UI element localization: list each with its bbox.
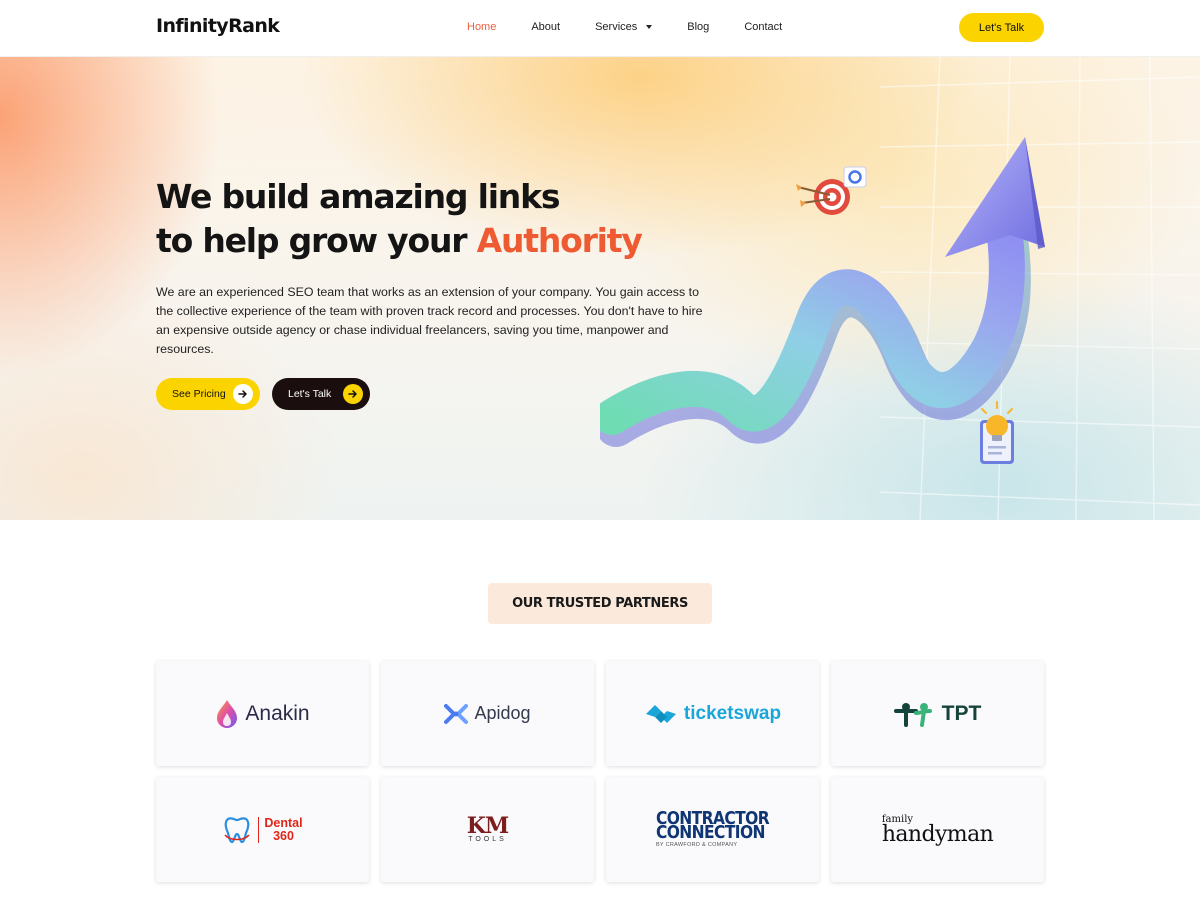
nav-home[interactable]: Home	[467, 21, 496, 33]
ticketswap-icon	[645, 704, 676, 723]
tpt-name: TPT	[941, 701, 982, 725]
contractor-connection-logo: CONTRACTOR CONNECTION BY CRAWFORD & COMP…	[655, 809, 770, 848]
hero-section: We build amazing links to help grow your…	[0, 57, 1200, 520]
see-pricing-label: See Pricing	[172, 388, 226, 400]
partner-card-dental360[interactable]: Dental 360	[156, 777, 369, 882]
partner-card-anakin[interactable]: Anakin	[156, 661, 369, 766]
site-header: InfinityRank Home About Services Blog Co…	[0, 0, 1200, 57]
nav-about-label: About	[531, 21, 561, 33]
see-pricing-button[interactable]: See Pricing	[156, 378, 260, 410]
chevron-down-icon	[646, 25, 653, 29]
hero-title-line2-prefix: to help grow your	[156, 221, 477, 260]
nav-contact[interactable]: Contact	[744, 21, 782, 33]
partner-card-tpt[interactable]: TPT	[831, 661, 1044, 766]
hero-lets-talk-button[interactable]: Let's Talk	[272, 378, 370, 410]
contractor-line2: CONNECTION	[655, 821, 766, 843]
nav-home-label: Home	[467, 21, 497, 33]
kmtools-name: KM	[466, 813, 509, 839]
partner-card-kmtools[interactable]: KM TOOLS	[381, 777, 594, 882]
header-lets-talk-button[interactable]: Let's Talk	[959, 13, 1044, 42]
dental360-logo: Dental 360	[222, 815, 303, 845]
anakin-flame-icon	[217, 699, 238, 728]
kmtools-sub: TOOLS	[468, 836, 507, 843]
tpt-logo: TPT	[893, 701, 982, 727]
growth-arrow-illustration	[600, 137, 1045, 464]
trusted-partners-badge: OUR TRUSTED PARTNERS	[488, 583, 712, 624]
anakin-name: Anakin	[245, 701, 310, 725]
apidog-name: Apidog	[474, 703, 531, 723]
apidog-icon	[444, 703, 469, 724]
nav-contact-label: Contact	[744, 21, 783, 33]
nav-blog[interactable]: Blog	[687, 21, 709, 33]
ticketswap-logo: ticketswap	[644, 703, 781, 725]
nav-about[interactable]: About	[531, 21, 560, 33]
partners-grid: Anakin Apidog ticketswap TPT Dental 360 …	[156, 661, 1045, 882]
kmtools-logo: KM TOOLS	[466, 813, 509, 843]
lightbulb-clipboard-icon	[980, 401, 1014, 464]
contractor-sub: BY CRAWFORD & COMPANY	[655, 842, 738, 848]
partner-card-ticketswap[interactable]: ticketswap	[606, 661, 819, 766]
partner-card-apidog[interactable]: Apidog	[381, 661, 594, 766]
nav-blog-label: Blog	[687, 21, 710, 33]
partner-card-contractor-connection[interactable]: CONTRACTOR CONNECTION BY CRAWFORD & COMP…	[606, 777, 819, 882]
tpt-figures-icon	[893, 702, 932, 727]
ticketswap-name: ticketswap	[683, 702, 782, 724]
target-icon	[796, 166, 867, 215]
apidog-logo: Apidog	[444, 703, 531, 725]
partner-card-family-handyman[interactable]: family handyman	[831, 777, 1044, 882]
nav-services[interactable]: Services	[595, 21, 653, 33]
family-handyman-name: handyman	[881, 821, 994, 847]
tooth-icon	[224, 816, 251, 843]
hero-lets-talk-label: Let's Talk	[288, 388, 332, 400]
arrow-right-icon	[233, 384, 253, 404]
dental360-line1: Dental	[264, 815, 303, 830]
dental360-line2: 360	[273, 828, 294, 843]
arrow-right-icon	[343, 384, 363, 404]
nav-services-label: Services	[595, 21, 638, 33]
family-handyman-logo: family handyman	[881, 814, 994, 847]
main-nav: Home About Services Blog Contact	[467, 21, 817, 33]
dental360-text: Dental 360	[258, 815, 303, 843]
site-logo[interactable]: InfinityRank	[156, 15, 280, 37]
anakin-logo: Anakin	[215, 699, 310, 729]
